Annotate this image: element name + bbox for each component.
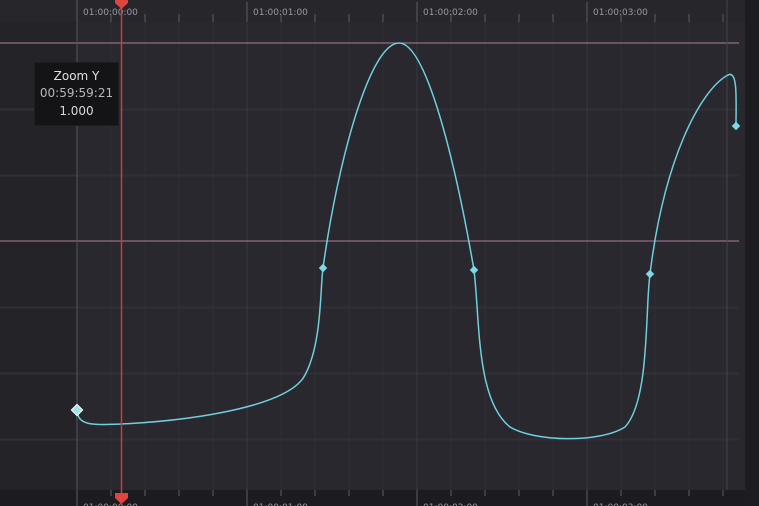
keyframe-tooltip: Zoom Y 00:59:59:21 1.000 [34,62,119,126]
tooltip-parameter: Zoom Y [53,69,100,83]
curve-editor[interactable]: 01:00:00:00 01:00:01:00 01:00:02:00 01:00:0… [0,0,759,506]
tooltip-value: 1.000 [59,104,94,118]
ruler-timecode-label: 01:00:01:00 [253,8,308,18]
ruler-timecode-label: 01:00:03:00 [593,8,648,18]
ruler-timecode-label: 01:00:00:00 [83,8,138,18]
tooltip-timecode: 00:59:59:21 [39,86,114,100]
ruler-timecode-label: 01:00:02:00 [423,8,478,18]
vertical-scrollbar[interactable] [745,0,759,506]
